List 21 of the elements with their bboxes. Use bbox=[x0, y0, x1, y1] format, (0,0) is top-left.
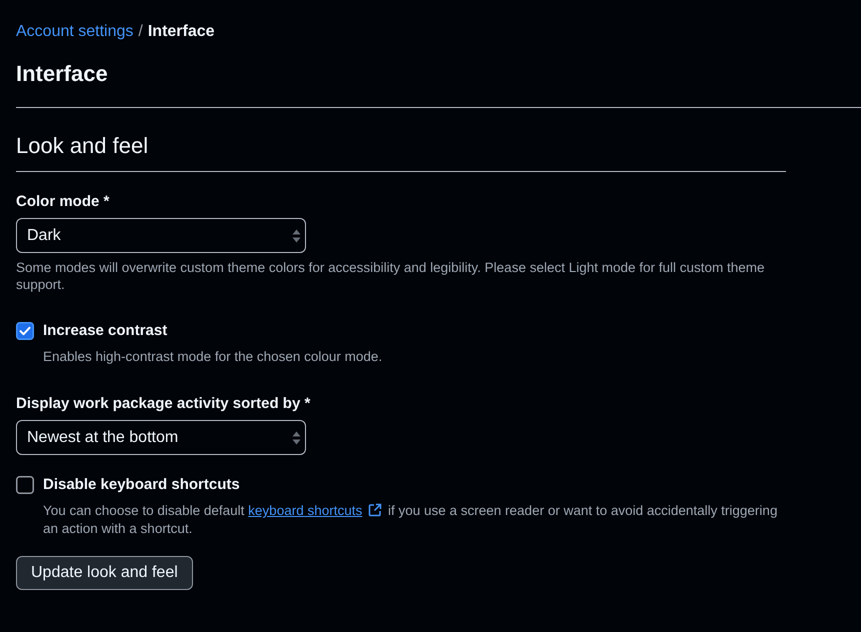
breadcrumb-link[interactable]: Account settings bbox=[16, 22, 134, 42]
checkbox-label: Disable keyboard shortcuts bbox=[43, 475, 240, 495]
breadcrumb-current: Interface bbox=[148, 22, 215, 42]
help-text: You can choose to disable default keyboard shortcuts if you use a screen reader or want to avoid accidentally triggering an action with a shortcut. bbox=[43, 502, 778, 538]
breadcrumb-separator: / bbox=[138, 22, 143, 42]
field-label: Color mode * bbox=[16, 192, 110, 212]
checkbox[interactable] bbox=[16, 322, 34, 340]
checkbox[interactable] bbox=[16, 476, 34, 494]
checkbox-label: Increase contrast bbox=[43, 321, 168, 341]
up-down-arrows-icon bbox=[292, 228, 301, 242]
keyboard-shortcuts-link[interactable]: keyboard shortcuts bbox=[248, 503, 362, 518]
help-text: Some modes will overwrite custom theme colors for accessibility and legibility. Please select Light mode for full custom theme support. bbox=[16, 259, 766, 293]
external-link-icon bbox=[368, 503, 382, 517]
help-text: Enables high-contrast mode for the chosen colour mode. bbox=[43, 348, 384, 366]
dropdown-select[interactable]: Newest at the bottom bbox=[16, 420, 306, 455]
up-down-arrows-icon bbox=[292, 430, 301, 444]
field-label: Display work package activity sorted by * bbox=[16, 394, 312, 414]
dropdown-select[interactable]: Dark bbox=[16, 218, 306, 253]
page-title: Interface bbox=[16, 60, 109, 88]
update-button[interactable]: Update look and feel bbox=[16, 556, 193, 590]
section-title: Look and feel bbox=[16, 131, 786, 172]
